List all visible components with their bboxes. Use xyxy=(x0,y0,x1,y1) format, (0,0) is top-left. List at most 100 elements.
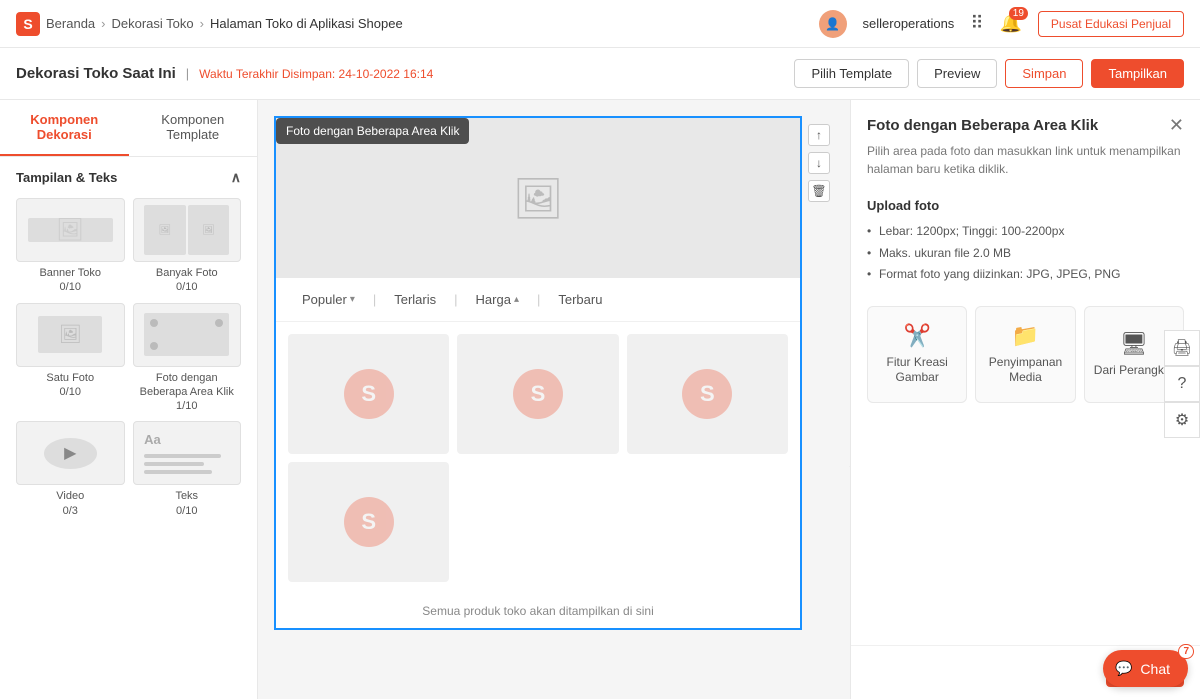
toolbar-right: Pilih Template Preview Simpan Tampilkan xyxy=(794,59,1184,88)
floating-settings-button[interactable]: ⚙ xyxy=(1164,402,1200,438)
upload-rule-1: Lebar: 1200px; Tinggi: 100-2200px xyxy=(867,221,1184,243)
toolbar: Dekorasi Toko Saat Ini | Waktu Terakhir … xyxy=(0,48,1200,100)
right-panel-desc: Pilih area pada foto dan masukkan link u… xyxy=(851,138,1200,190)
product-grid: S S S S xyxy=(276,322,800,594)
upload-section-title: Upload foto xyxy=(851,190,1200,221)
sidebar-item-video[interactable]: ▶ Video 0/3 xyxy=(16,421,125,518)
upload-rule-2: Maks. ukuran file 2.0 MB xyxy=(867,243,1184,265)
penyimpanan-label: Penyimpanan Media xyxy=(984,355,1066,386)
section-title: Tampilan & Teks xyxy=(16,170,117,185)
filter-harga[interactable]: Harga ▴ xyxy=(462,286,533,313)
username: selleroperations xyxy=(863,16,955,31)
pusat-edukasi-button[interactable]: Pusat Edukasi Penjual xyxy=(1038,11,1184,37)
foto-area-label: Foto dengan Beberapa Area Klik xyxy=(140,372,234,398)
image-placeholder-icon: 🖼 xyxy=(513,175,564,222)
shopee-placeholder-icon-1: S xyxy=(344,369,394,419)
upload-rule-3: Format foto yang diizinkan: JPG, JPEG, P… xyxy=(867,264,1184,286)
move-down-button[interactable]: ↓ xyxy=(808,152,830,174)
middle-content: Foto dengan Beberapa Area Klik 🖼 Populer… xyxy=(258,100,850,699)
satu-foto-count: 0/10 xyxy=(60,386,81,398)
banyak-foto-label: Banyak Foto xyxy=(156,267,218,279)
kreasi-icon: ✂️ xyxy=(903,323,930,349)
product-item-1: S xyxy=(288,334,449,454)
floating-side-buttons: 🖨 ? ⚙ xyxy=(1164,330,1200,438)
filter-terlaris[interactable]: Terlaris xyxy=(380,286,450,313)
main-layout: Komponen Dekorasi Komponen Template Tamp… xyxy=(0,100,1200,699)
notification-badge: 19 xyxy=(1009,7,1028,20)
foto-area-count: 1/10 xyxy=(176,400,197,412)
canvas-controls: ↑ ↓ 🗑 xyxy=(808,124,830,202)
product-caption: Semua produk toko akan ditampilkan di si… xyxy=(276,594,800,628)
page-title: Dekorasi Toko Saat Ini xyxy=(16,65,176,82)
right-panel-title: Foto dengan Beberapa Area Klik xyxy=(867,117,1098,134)
sidebar-item-banner-toko[interactable]: 🖼 Banner Toko 0/10 xyxy=(16,198,125,295)
tab-komponen-dekorasi[interactable]: Komponen Dekorasi xyxy=(0,100,129,156)
floating-print-button[interactable]: 🖨 xyxy=(1164,330,1200,366)
breadcrumb-current: Halaman Toko di Aplikasi Shopee xyxy=(210,16,403,31)
sidebar-tabs: Komponen Dekorasi Komponen Template xyxy=(0,100,257,157)
notification-bell[interactable]: 🔔 19 xyxy=(1000,13,1022,34)
sidebar-item-teks[interactable]: Aa Teks 0/10 xyxy=(133,421,242,518)
banner-label: Banner Toko xyxy=(39,267,101,279)
grid-icon[interactable]: ⠿ xyxy=(970,13,983,34)
right-panel: Foto dengan Beberapa Area Klik ✕ Pilih a… xyxy=(850,100,1200,699)
preview-button[interactable]: Preview xyxy=(917,59,997,88)
top-nav: S Beranda › Dekorasi Toko › Halaman Toko… xyxy=(0,0,1200,48)
canvas-wrapper: Foto dengan Beberapa Area Klik 🖼 Populer… xyxy=(274,116,802,630)
chat-count-badge: 7 xyxy=(1178,644,1194,659)
canvas-area[interactable]: Foto dengan Beberapa Area Klik 🖼 Populer… xyxy=(274,116,802,630)
tooltip-box: Foto dengan Beberapa Area Klik xyxy=(276,118,469,144)
move-up-button[interactable]: ↑ xyxy=(808,124,830,146)
perangkat-icon: 🖥 xyxy=(1120,331,1148,357)
sidebar-item-foto-area-klik[interactable]: Foto dengan Beberapa Area Klik 1/10 xyxy=(133,303,242,414)
filter-tabs: Populer ▾ | Terlaris | Harga ▴ | Terbaru xyxy=(276,278,800,322)
product-item-3: S xyxy=(627,334,788,454)
breadcrumb-dekorasi[interactable]: Dekorasi Toko xyxy=(112,16,194,31)
shopee-logo: S xyxy=(16,12,40,36)
simpan-button[interactable]: Simpan xyxy=(1005,59,1083,88)
banyak-foto-count: 0/10 xyxy=(176,281,197,293)
floating-help-button[interactable]: ? xyxy=(1164,366,1200,402)
video-label: Video xyxy=(56,490,84,502)
left-sidebar: Komponen Dekorasi Komponen Template Tamp… xyxy=(0,100,258,699)
banner-count: 0/10 xyxy=(60,281,81,293)
penyimpanan-icon: 📁 xyxy=(1012,323,1039,349)
nav-right: 👤 selleroperations ⠿ 🔔 19 Pusat Edukasi … xyxy=(819,10,1184,38)
shopee-placeholder-icon-2: S xyxy=(513,369,563,419)
filter-terbaru[interactable]: Terbaru xyxy=(544,286,616,313)
filter-populer[interactable]: Populer ▾ xyxy=(288,286,369,313)
upload-option-kreasi[interactable]: ✂️ Fitur Kreasi Gambar xyxy=(867,306,967,403)
upload-rules: Lebar: 1200px; Tinggi: 100-2200px Maks. … xyxy=(851,221,1200,298)
teks-label: Teks xyxy=(175,490,198,502)
shopee-placeholder-icon-4: S xyxy=(344,497,394,547)
satu-foto-icon: 🖼 xyxy=(59,324,82,345)
banner-icon: 🖼 xyxy=(56,217,84,243)
sidebar-item-satu-foto[interactable]: 🖼 Satu Foto 0/10 xyxy=(16,303,125,414)
section-header: Tampilan & Teks ∧ xyxy=(0,157,257,194)
components-grid: 🖼 Banner Toko 0/10 🖼 🖼 Banyak Foto xyxy=(0,194,257,530)
video-count: 0/3 xyxy=(63,505,78,517)
breadcrumb: S Beranda › Dekorasi Toko › Halaman Toko… xyxy=(16,12,403,36)
teks-count: 0/10 xyxy=(176,505,197,517)
last-saved-time: Waktu Terakhir Disimpan: 24-10-2022 16:1… xyxy=(199,67,433,81)
chevron-down-icon: ▾ xyxy=(350,294,355,305)
upload-option-penyimpanan[interactable]: 📁 Penyimpanan Media xyxy=(975,306,1075,403)
chat-button[interactable]: 💬 Chat 7 xyxy=(1103,650,1188,687)
tampilkan-button[interactable]: Tampilkan xyxy=(1091,59,1184,88)
sidebar-item-banyak-foto[interactable]: 🖼 🖼 Banyak Foto 0/10 xyxy=(133,198,242,295)
chat-message-icon: 💬 xyxy=(1115,660,1132,677)
kreasi-label: Fitur Kreasi Gambar xyxy=(876,355,958,386)
collapse-arrow[interactable]: ∧ xyxy=(231,169,241,186)
shopee-placeholder-icon-3: S xyxy=(682,369,732,419)
tab-komponen-template[interactable]: Komponen Template xyxy=(129,100,258,156)
right-panel-header: Foto dengan Beberapa Area Klik ✕ xyxy=(851,100,1200,138)
product-item-2: S xyxy=(457,334,618,454)
perangkat-label: Dari Perangkat xyxy=(1094,363,1174,379)
video-icon: ▶ xyxy=(64,443,76,463)
breadcrumb-home[interactable]: Beranda xyxy=(46,16,95,31)
chevron-harga-icon: ▴ xyxy=(514,294,519,305)
toolbar-left: Dekorasi Toko Saat Ini | Waktu Terakhir … xyxy=(16,65,433,82)
close-button[interactable]: ✕ xyxy=(1169,116,1184,134)
delete-button[interactable]: 🗑 xyxy=(808,180,830,202)
pilih-template-button[interactable]: Pilih Template xyxy=(794,59,909,88)
